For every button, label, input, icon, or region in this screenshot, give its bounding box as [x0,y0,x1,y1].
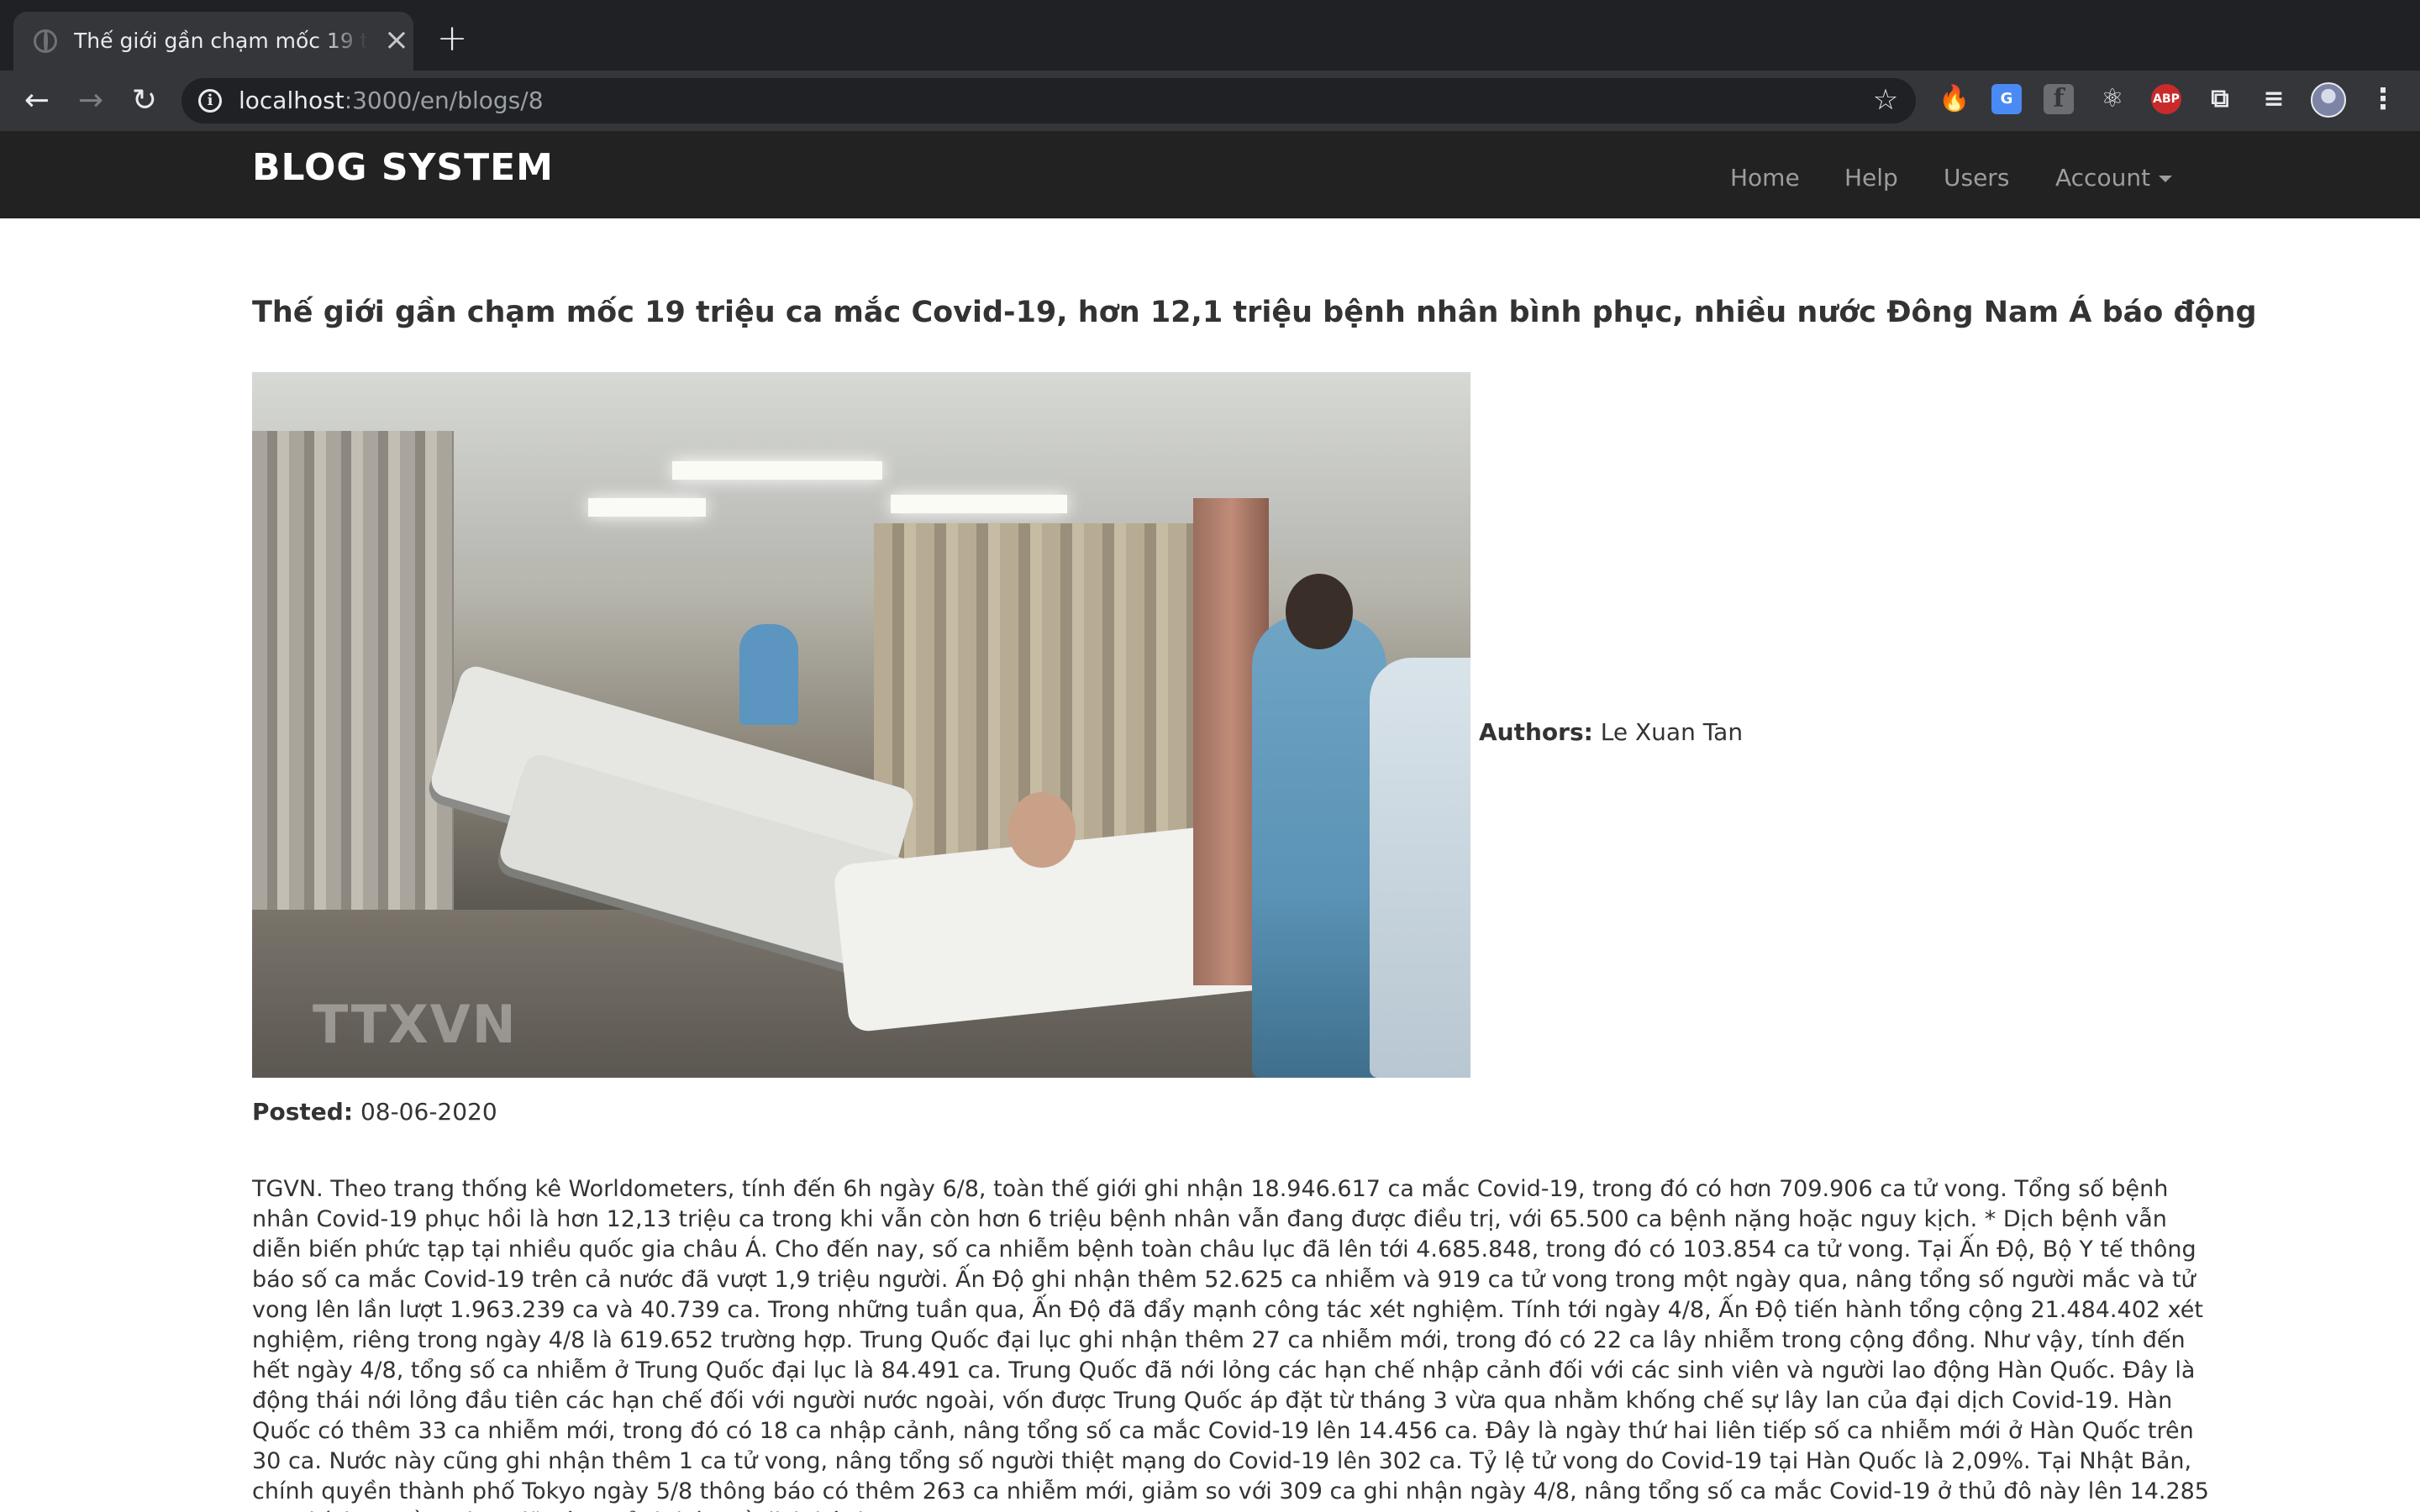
article-authors: Authors: Le Xuan Tan [1479,712,1743,753]
browser-menu-icon[interactable]: ⋮ [2368,82,2398,116]
back-button[interactable]: ← [18,82,55,119]
posted-label: Posted: [252,1098,354,1126]
image-health-worker [1370,658,1470,1078]
tab-title: Thế giới gần chạm mốc 19 triệu ca mắc Co… [74,29,368,53]
browser-tab-active[interactable]: Thế giới gần chạm mốc 19 triệu ca mắc Co… [13,12,413,71]
posted-value: 08-06-2020 [360,1098,497,1126]
url-path: :3000/en/blogs/8 [344,87,544,114]
image-ceiling-light [891,495,1067,513]
bookmark-star-icon[interactable]: ☆ [1867,81,1904,118]
extensions-puzzle-icon[interactable]: ⧉ [2205,84,2235,114]
brand-logo[interactable]: BLOG SYSTEM [252,141,554,195]
image-health-worker [1252,616,1386,1078]
article-title: Thế giới gần chạm mốc 19 triệu ca mắc Co… [252,296,2257,329]
close-tab-icon[interactable]: × [381,25,412,56]
image-patient [1008,792,1076,868]
facebook-extension-icon[interactable]: f [2044,84,2074,114]
nav-users-link[interactable]: Users [1944,160,2009,197]
translate-extension-icon[interactable]: G [1991,84,2022,114]
url-host: localhost [239,87,345,114]
media-control-icon[interactable]: ≡ [2259,84,2289,114]
adblock-extension-icon[interactable]: ABP [2151,84,2181,114]
site-navbar: BLOG SYSTEM Home Help Users Account [0,131,2420,218]
authors-value: Le Xuan Tan [1600,718,1744,746]
new-tab-button[interactable]: + [434,20,471,59]
profile-avatar[interactable] [2311,82,2346,118]
forward-button[interactable]: → [72,82,109,119]
url-text[interactable]: localhost:3000/en/blogs/8 [239,78,544,123]
image-health-worker-head [1286,574,1353,649]
article-body: TGVN. Theo trang thống kê Worldometers, … [252,1176,2209,1512]
react-devtools-icon[interactable]: ⚛ [2097,84,2128,114]
caret-down-icon [2159,176,2173,182]
reload-button[interactable]: ↻ [126,82,163,119]
site-info-icon[interactable]: i [198,89,222,113]
image-watermark: TTXVN [313,994,518,1055]
nav-account-label: Account [2055,164,2151,192]
firebase-extension-icon[interactable]: 🔥 [1939,84,1970,114]
image-worker-background [739,624,798,725]
article-posted-date: Posted: 08-06-2020 [252,1092,497,1132]
nav-home-link[interactable]: Home [1730,160,1800,197]
address-bar[interactable]: i localhost:3000/en/blogs/8 ☆ [182,78,1916,123]
article-image: TTXVN [252,372,1470,1078]
globe-icon [34,29,57,53]
nav-help-link[interactable]: Help [1844,160,1898,197]
nav-account-dropdown[interactable]: Account [2055,160,2173,197]
authors-label: Authors: [1479,718,1593,746]
image-ceiling-light [588,498,706,517]
image-ceiling-light [672,461,882,480]
browser-tab-strip: Thế giới gần chạm mốc 19 triệu ca mắc Co… [0,0,2420,71]
